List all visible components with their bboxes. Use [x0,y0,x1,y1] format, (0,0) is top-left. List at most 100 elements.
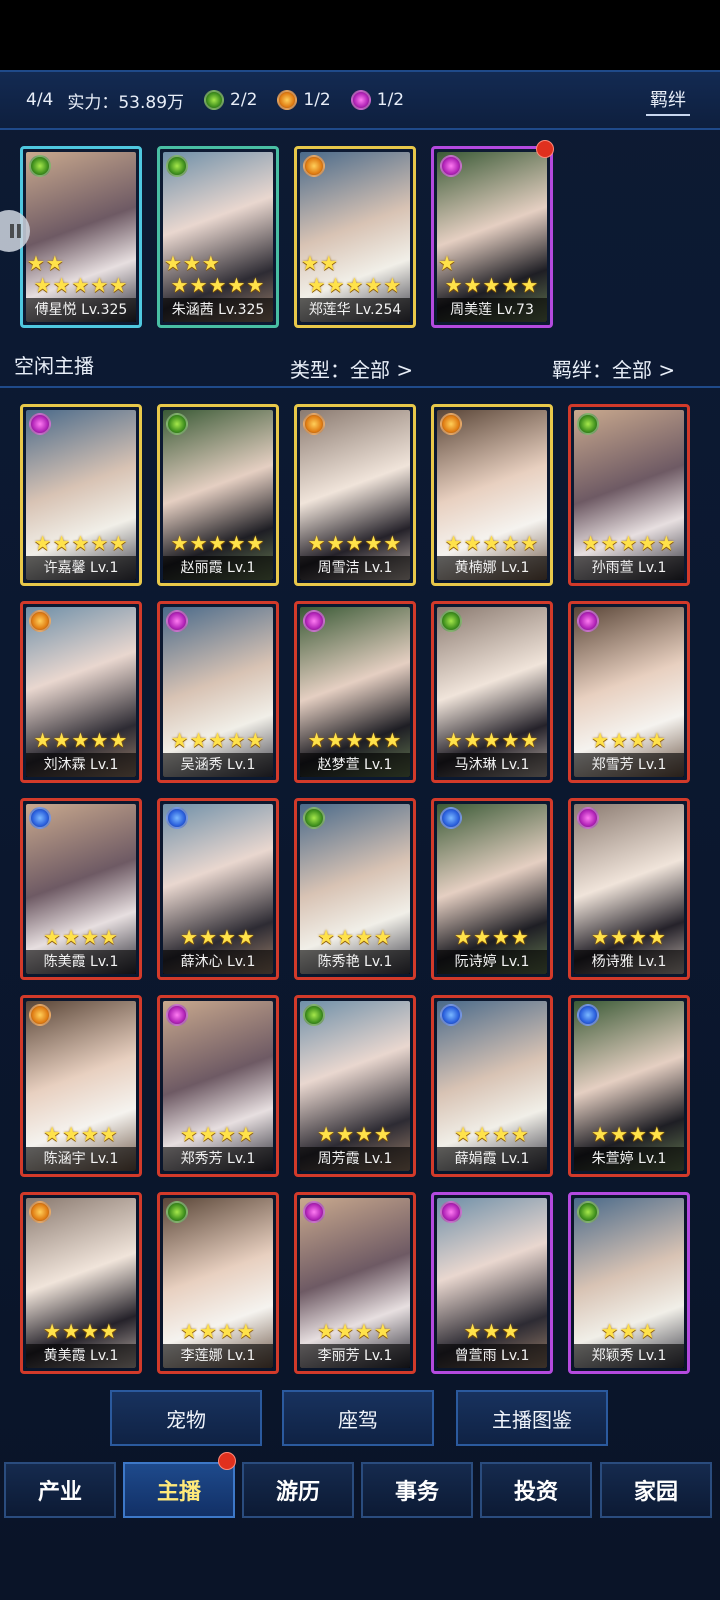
green-emblem-icon [440,610,462,632]
host-name-level: 曾萱雨 Lv.1 [437,1344,547,1368]
star-rating-icon: ★★★ [600,1319,658,1343]
host-name-level: 马沐琳 Lv.1 [437,753,547,777]
star-rating-icon: ★★★★ [317,1122,393,1146]
host-card[interactable]: ★★★★ 郑雪芳 Lv.1 [568,601,690,783]
host-card[interactable]: ★★★★★ 赵梦萱 Lv.1 [294,601,416,783]
host-card[interactable]: ★★★★ 薛娟霞 Lv.1 [431,995,553,1177]
green-emblem-icon [166,413,188,435]
tab-0[interactable]: 产业 [4,1462,116,1518]
host-card[interactable]: ★★★ 郑颖秀 Lv.1 [568,1192,690,1374]
host-name-level: 周美莲 Lv.73 [437,298,547,322]
star-rating-icon: ★★★★★ [33,273,129,297]
type-filter[interactable]: 类型：全部 > [290,354,413,383]
host-name-level: 朱萱婷 Lv.1 [574,1147,684,1171]
star-rating-icon: ★★★★ [43,1319,119,1343]
host-card[interactable]: ★★★★ 朱萱婷 Lv.1 [568,995,690,1177]
host-card[interactable]: ★★★★ 周芳霞 Lv.1 [294,995,416,1177]
star-rating-icon: ★★★ [463,1319,521,1343]
green-emblem-icon [577,1201,599,1223]
host-name-level: 陈秀艳 Lv.1 [300,950,410,974]
purple-emblem-icon [577,807,599,829]
team-host-card[interactable]: ★★ ★★★★★ 傅星悦 Lv.325 [20,146,142,328]
blue-emblem-icon [29,807,51,829]
green-emblem-icon [303,1004,325,1026]
host-name-level: 李丽芳 Lv.1 [300,1344,410,1368]
star-rating-icon: ★★★★★ [307,728,403,752]
host-name-level: 许嘉馨 Lv.1 [26,556,136,580]
star-rating-icon: ★★ [27,251,65,275]
team-host-card[interactable]: ★★★ ★★★★★ 朱涵茜 Lv.325 [157,146,279,328]
purple-emblem-icon [440,1201,462,1223]
purple-emblem-icon [303,610,325,632]
tab-3[interactable]: 事务 [361,1462,473,1518]
host-card[interactable]: ★★★★ 杨诗雅 Lv.1 [568,798,690,980]
tab-5[interactable]: 家园 [600,1462,712,1518]
star-rating-icon: ★★★★ [43,925,119,949]
blue-emblem-icon [166,807,188,829]
host-name-level: 陈涵宇 Lv.1 [26,1147,136,1171]
action-buttons: 宠物 座驾 主播图鉴 [0,1390,720,1450]
tab-2[interactable]: 游历 [242,1462,354,1518]
host-card[interactable]: ★★★★★ 赵丽霞 Lv.1 [157,404,279,586]
blue-emblem-icon [440,1004,462,1026]
bond-orange: 1/2 [277,90,331,110]
mount-button[interactable]: 座驾 [282,1390,434,1446]
host-card[interactable]: ★★★★★ 黄楠娜 Lv.1 [431,404,553,586]
bond-purple-count: 1/2 [376,90,405,110]
host-name-level: 黄美霞 Lv.1 [26,1344,136,1368]
host-card[interactable]: ★★★★ 阮诗婷 Lv.1 [431,798,553,980]
purple-emblem-icon [166,610,188,632]
host-card[interactable]: ★★★★ 薛沐心 Lv.1 [157,798,279,980]
star-rating-icon: ★★★★ [591,1122,667,1146]
host-card[interactable]: ★★★ 曾萱雨 Lv.1 [431,1192,553,1374]
host-card[interactable]: ★★★★ 黄美霞 Lv.1 [20,1192,142,1374]
host-card[interactable]: ★★★★★ 马沐琳 Lv.1 [431,601,553,783]
host-name-level: 李莲娜 Lv.1 [163,1344,273,1368]
notification-dot-icon [218,1452,236,1470]
app-screen: 4/4 实力：53.89万 2/2 1/2 1/2 羁绊 ★★ ★★★★★ 傅星悦 … [0,70,720,1600]
host-name-level: 阮诗婷 Lv.1 [437,950,547,974]
host-card[interactable]: ★★★★★ 孙雨萱 Lv.1 [568,404,690,586]
host-catalog-button[interactable]: 主播图鉴 [456,1390,608,1446]
team-host-card[interactable]: ★ ★★★★★ 周美莲 Lv.73 [431,146,553,328]
host-card[interactable]: ★★★★ 郑秀芳 Lv.1 [157,995,279,1177]
star-rating-icon: ★★★★★ [170,531,266,555]
host-name-level: 郑雪芳 Lv.1 [574,753,684,777]
bottom-tab-bar: 产业 主播 游历 事务 投资 家园 [0,1452,720,1540]
fetter-button[interactable]: 羁绊 [646,86,690,116]
host-card[interactable]: ★★★★ 李丽芳 Lv.1 [294,1192,416,1374]
host-name-level: 薛娟霞 Lv.1 [437,1147,547,1171]
host-card[interactable]: ★★★★ 陈美霞 Lv.1 [20,798,142,980]
blue-emblem-icon [440,807,462,829]
purple-emblem-icon [350,90,371,110]
team-summary-bar: 4/4 实力：53.89万 2/2 1/2 1/2 羁绊 [0,70,720,130]
host-card[interactable]: ★★★★ 陈涵宇 Lv.1 [20,995,142,1177]
green-emblem-icon [166,1201,188,1223]
host-name-level: 吴涵秀 Lv.1 [163,753,273,777]
star-rating-icon: ★★★★ [317,1319,393,1343]
purple-emblem-icon [29,413,51,435]
host-card[interactable]: ★★★★★ 吴涵秀 Lv.1 [157,601,279,783]
star-rating-icon: ★★★★★ [33,728,129,752]
host-card[interactable]: ★★★★★ 许嘉馨 Lv.1 [20,404,142,586]
green-emblem-icon [577,413,599,435]
pet-button[interactable]: 宠物 [110,1390,262,1446]
star-rating-icon: ★★★★★ [170,728,266,752]
team-host-card[interactable]: ★★ ★★★★★ 郑莲华 Lv.254 [294,146,416,328]
orange-emblem-icon [277,90,298,110]
host-card[interactable]: ★★★★★ 周雪洁 Lv.1 [294,404,416,586]
idle-hosts-label: 空闲主播 [14,354,94,378]
host-card[interactable]: ★★★★ 陈秀艳 Lv.1 [294,798,416,980]
host-card[interactable]: ★★★★★ 刘沐霖 Lv.1 [20,601,142,783]
star-rating-icon: ★★★★★ [444,728,540,752]
fetter-filter[interactable]: 羁绊：全部 > [552,354,675,383]
host-card[interactable]: ★★★★ 李莲娜 Lv.1 [157,1192,279,1374]
green-emblem-icon [303,807,325,829]
tab-1[interactable]: 主播 [123,1462,235,1518]
green-emblem-icon [204,90,225,110]
purple-emblem-icon [303,1201,325,1223]
host-name-level: 郑秀芳 Lv.1 [163,1147,273,1171]
star-rating-icon: ★★★★ [454,925,530,949]
tab-4[interactable]: 投资 [480,1462,592,1518]
orange-emblem-icon [440,413,462,435]
